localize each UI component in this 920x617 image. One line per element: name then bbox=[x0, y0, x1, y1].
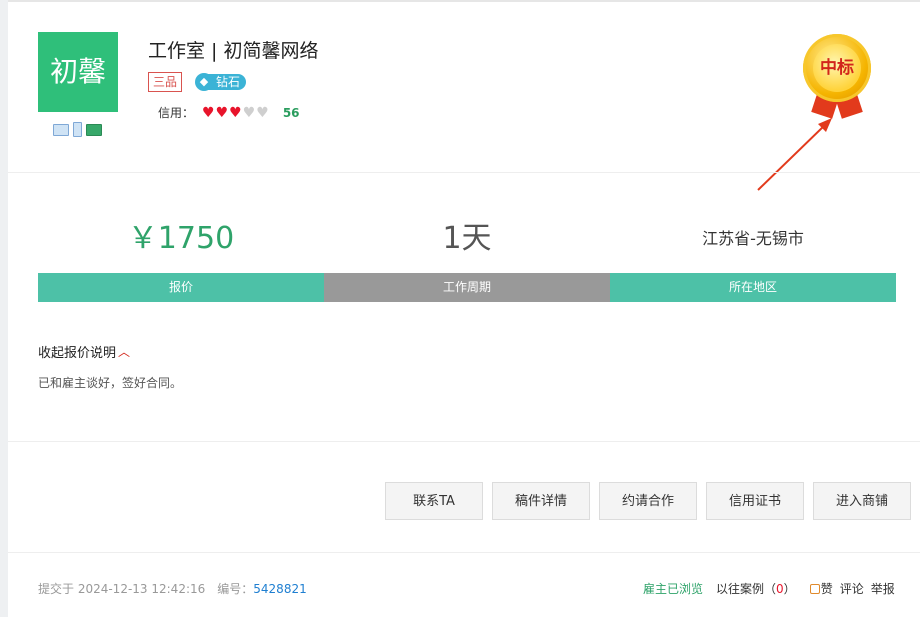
credit-score: 56 bbox=[282, 105, 300, 120]
credit-hearts: ♥ ♥ ♥ ♥ ♥ bbox=[202, 106, 269, 120]
bid-number-value: 5428821 bbox=[253, 582, 307, 596]
thumbs-up-icon[interactable] bbox=[809, 583, 820, 594]
collapse-label: 收起报价说明 bbox=[38, 346, 117, 361]
divider bbox=[8, 172, 920, 173]
enter-shop-button[interactable]: 进入商铺 bbox=[813, 482, 911, 520]
label-period: 工作周期 bbox=[324, 273, 610, 302]
heart-icon: ♥ bbox=[215, 104, 229, 121]
bid-number-label: 编号： bbox=[217, 582, 254, 596]
label-price: 报价 bbox=[38, 273, 324, 302]
employer-browsed-status: 雇主已浏览 bbox=[643, 582, 704, 596]
comment-button[interactable]: 评论 bbox=[840, 580, 864, 597]
medal-label: 中标 bbox=[813, 44, 861, 92]
seller-name[interactable]: 工作室 | 初简馨网络 bbox=[148, 36, 318, 63]
heart-icon: ♥ bbox=[202, 104, 215, 121]
phone-icon bbox=[73, 122, 82, 137]
credit-label: 信用： bbox=[158, 106, 195, 120]
stats-labels: 报价 工作周期 所在地区 bbox=[38, 273, 896, 302]
avatar[interactable]: 初馨 bbox=[38, 32, 118, 112]
action-buttons: 联系TA 稿件详情 约请合作 信用证书 进入商铺 bbox=[385, 482, 911, 520]
bank-card-icon bbox=[86, 123, 102, 136]
verification-icons bbox=[53, 122, 102, 137]
collapse-quote-note-toggle[interactable]: 收起报价说明 ︿ bbox=[38, 342, 130, 361]
credit-certificate-button[interactable]: 信用证书 bbox=[706, 482, 804, 520]
quote-note-text: 已和雇主谈好，签好合同。 bbox=[38, 376, 183, 390]
submitted-time: 提交于 2024-12-13 12:42:16 bbox=[38, 582, 206, 596]
chevron-up-icon: ︿ bbox=[118, 345, 131, 359]
heart-icon: ♥ bbox=[229, 104, 242, 121]
work-period: 1天 bbox=[442, 221, 492, 256]
bid-number: 编号：5428821 bbox=[217, 580, 306, 597]
past-cases-link[interactable]: 以往案例（0） bbox=[716, 580, 796, 597]
bid-price: ￥1750 bbox=[127, 221, 235, 256]
report-button[interactable]: 举报 bbox=[871, 580, 895, 597]
credit-rating: 信用： ♥ ♥ ♥ ♥ ♥ 56 bbox=[158, 104, 300, 121]
past-cases-prefix: 以往案例（ bbox=[716, 582, 777, 596]
id-card-icon bbox=[53, 123, 69, 136]
draft-details-button[interactable]: 稿件详情 bbox=[492, 482, 590, 520]
past-cases-suffix: ） bbox=[783, 582, 796, 596]
heart-icon: ♥ bbox=[256, 104, 269, 121]
location: 江苏省-无锡市 bbox=[702, 229, 804, 248]
winning-bid-medal: 中标 bbox=[801, 34, 873, 119]
diamond-icon: ◆ bbox=[195, 73, 213, 91]
divider bbox=[8, 552, 920, 553]
divider bbox=[8, 441, 920, 442]
submission-info: 提交于 2024-12-13 12:42:16 编号：5428821 bbox=[38, 580, 307, 597]
grade-badge: 三品 bbox=[148, 72, 183, 92]
diamond-badge: ◆ 钻石 bbox=[195, 72, 247, 92]
arrow-icon bbox=[757, 118, 832, 191]
bid-card: 初馨 工作室 | 初简馨网络 三品 ◆ 钻石 信用： ♥ ♥ ♥ ♥ ♥ 56 中标 ￥… bbox=[8, 0, 920, 617]
like-button[interactable]: 赞 bbox=[821, 580, 833, 597]
footer-actions: 雇主已浏览 以往案例（0） 赞 评论 举报 bbox=[643, 580, 895, 597]
heart-icon: ♥ bbox=[242, 104, 256, 121]
invite-cooperation-button[interactable]: 约请合作 bbox=[599, 482, 697, 520]
past-cases-count: 0 bbox=[776, 582, 784, 596]
top-border bbox=[8, 0, 920, 2]
contact-button[interactable]: 联系TA bbox=[385, 482, 483, 520]
label-location: 所在地区 bbox=[610, 273, 896, 302]
